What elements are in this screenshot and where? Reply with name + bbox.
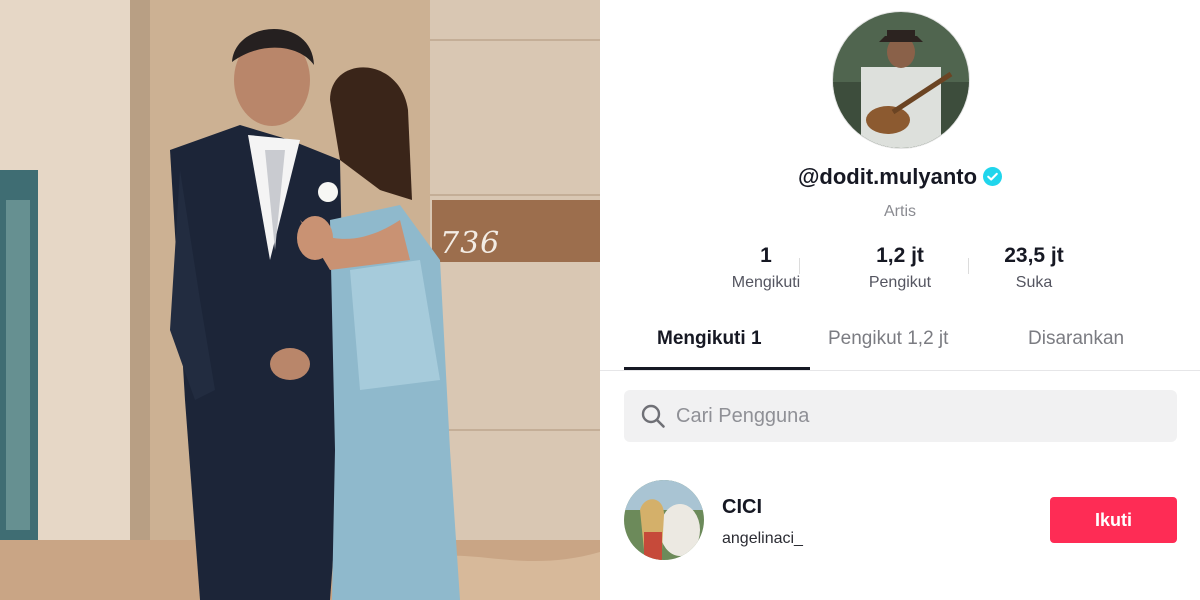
username-row: @dodit.mulyanto [600, 164, 1200, 190]
room-number: 736 [440, 226, 501, 261]
follow-button[interactable]: Ikuti [1050, 497, 1177, 543]
stat-likes: 23,5 jt Suka [969, 244, 1099, 292]
avatar-image [833, 12, 969, 148]
stat-likes-label: Suka [1015, 274, 1053, 291]
tab-following[interactable]: Mengikuti 1 [657, 328, 762, 350]
stat-likes-value: 23,5 jt [1004, 244, 1064, 267]
tiktok-profile-panel: @dodit.mulyanto Artis 1 Mengikuti 1,2 jt… [600, 0, 1200, 600]
verified-badge-icon [983, 167, 1003, 186]
tab-suggested[interactable]: Disarankan [1028, 328, 1124, 350]
stat-following-label: Mengikuti [731, 274, 801, 291]
stat-following-value: 1 [760, 244, 772, 267]
stat-followers[interactable]: 1,2 jt Pengikut [835, 244, 965, 292]
stat-following[interactable]: 1 Mengikuti [701, 244, 831, 292]
user-name: CICI [722, 496, 762, 518]
stat-divider [799, 258, 800, 274]
user-avatar-image [624, 480, 704, 560]
search-icon [641, 404, 665, 428]
search-bar[interactable] [624, 390, 1177, 442]
photo-illustration [0, 0, 600, 600]
tab-followers[interactable]: Pengikut 1,2 jt [828, 328, 948, 350]
profile-username: @dodit.mulyanto [797, 164, 978, 189]
profile-avatar[interactable] [832, 11, 970, 149]
stat-followers-value: 1,2 jt [876, 244, 924, 267]
profile-role: Artis [884, 203, 916, 220]
user-handle: angelinaci_ [722, 530, 803, 547]
stat-followers-label: Pengikut [868, 274, 932, 291]
couple-photo: 736 [0, 0, 600, 600]
search-input[interactable] [676, 390, 1156, 442]
user-avatar[interactable] [624, 480, 704, 560]
tab-divider [600, 370, 1200, 371]
